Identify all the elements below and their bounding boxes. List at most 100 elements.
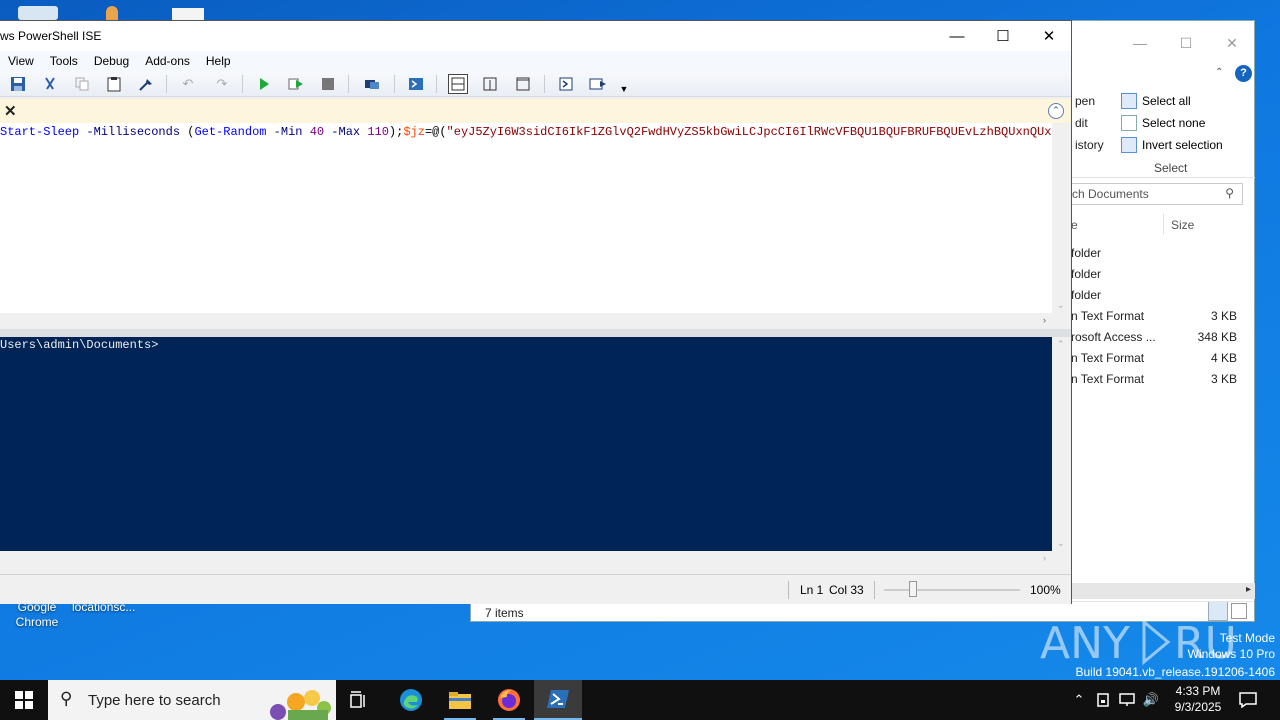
menu-tools[interactable]: Tools — [42, 54, 86, 68]
stop-icon[interactable] — [318, 74, 338, 94]
console-vertical-scrollbar[interactable]: ⌃ ⌄ — [1052, 337, 1071, 551]
script-horizontal-scrollbar[interactable]: › — [0, 313, 1052, 329]
file-row[interactable]: n Text Format 3 KB — [1069, 369, 1241, 390]
menu-debug[interactable]: Debug — [86, 54, 137, 68]
show-script-pane-maximized-icon[interactable] — [513, 74, 533, 94]
toolbar-separator — [166, 75, 167, 93]
pane-splitter[interactable] — [0, 329, 1071, 337]
user-folder-icon[interactable] — [106, 6, 118, 20]
ise-titlebar: ws PowerShell ISE — ☐ ✕ — [0, 21, 1071, 51]
device-tray-icon[interactable] — [1092, 680, 1114, 720]
script-vertical-scrollbar[interactable]: ⌄ — [1052, 123, 1071, 313]
file-row[interactable]: folder — [1069, 243, 1241, 264]
cut-icon[interactable] — [40, 74, 60, 94]
document-icon[interactable] — [172, 8, 204, 20]
save-icon[interactable] — [8, 74, 28, 94]
zoom-slider-track[interactable] — [884, 589, 1020, 591]
column-header-size[interactable]: Size — [1171, 218, 1194, 232]
network-icon[interactable] — [1116, 680, 1138, 720]
status-separator — [788, 581, 789, 599]
taskbar-clock[interactable]: 4:33 PM 9/3/2025 — [1163, 683, 1233, 715]
clock-date: 9/3/2025 — [1174, 700, 1222, 714]
copy-icon[interactable] — [72, 74, 92, 94]
file-row[interactable]: folder — [1069, 264, 1241, 285]
file-row[interactable]: folder — [1069, 285, 1241, 306]
window-title: ws PowerShell ISE — [0, 29, 102, 43]
desktop-icon-chrome[interactable]: Google Chrome — [0, 600, 77, 630]
task-view-button[interactable] — [336, 680, 384, 720]
explorer-search-input[interactable]: ch Documents ⚲ — [1061, 183, 1243, 205]
scroll-down-icon[interactable]: ⌄ — [1057, 300, 1065, 311]
menu-addons[interactable]: Add-ons — [137, 54, 198, 68]
paste-icon[interactable] — [104, 74, 124, 94]
taskbar-powershell-ise[interactable] — [534, 680, 582, 720]
show-script-pane-right-icon[interactable] — [480, 74, 500, 94]
collapse-script-pane-icon[interactable]: ⌃ — [1048, 103, 1064, 119]
toolbar-separator — [436, 75, 437, 93]
explorer-horizontal-scrollbar[interactable]: ▸ — [1071, 583, 1255, 599]
ribbon-history-partial[interactable]: istory — [1075, 138, 1104, 152]
explorer-maximize-button[interactable]: ☐ — [1163, 35, 1209, 55]
taskbar-search-box[interactable]: ⚲ Type here to search — [48, 680, 336, 720]
select-none-button[interactable]: Select none — [1121, 114, 1205, 132]
scroll-down-icon[interactable]: ⌄ — [1057, 538, 1065, 549]
file-row[interactable]: rosoft Access ... 348 KB — [1069, 327, 1241, 348]
help-icon[interactable]: ? — [1235, 65, 1252, 82]
console-prompt: Users\admin\Documents> — [0, 338, 159, 352]
windows-logo-icon — [15, 691, 33, 709]
powershell-ise-window[interactable]: ws PowerShell ISE — ☐ ✕ View Tools Debug… — [0, 20, 1072, 604]
close-tab-icon[interactable]: ✕ — [4, 102, 17, 120]
redo-icon[interactable]: ↷ — [212, 74, 232, 94]
console-horizontal-scrollbar[interactable]: › — [0, 551, 1052, 567]
run-script-icon[interactable] — [254, 74, 274, 94]
show-command-addon-icon[interactable] — [588, 74, 608, 94]
menu-help[interactable]: Help — [198, 54, 239, 68]
column-divider[interactable] — [1163, 213, 1164, 235]
scroll-right-icon[interactable]: › — [1043, 553, 1046, 563]
show-command-window-icon[interactable] — [556, 74, 576, 94]
taskbar-edge[interactable] — [387, 680, 435, 720]
toolbar-separator — [242, 75, 243, 93]
ribbon-divider — [1071, 177, 1255, 178]
show-hidden-icons-button[interactable]: ⌃ — [1068, 680, 1090, 720]
explorer-close-button[interactable]: ✕ — [1209, 35, 1255, 55]
maximize-button[interactable]: ☐ — [980, 21, 1026, 51]
scroll-right-icon[interactable]: ▸ — [1246, 584, 1251, 595]
console-pane[interactable]: Users\admin\Documents> — [0, 337, 1052, 551]
start-powershell-icon[interactable] — [406, 74, 426, 94]
close-button[interactable]: ✕ — [1026, 21, 1072, 51]
ribbon-edit-partial[interactable]: dit — [1075, 116, 1088, 130]
zoom-level: 100% — [1030, 583, 1061, 597]
action-center-button[interactable] — [1234, 680, 1262, 720]
show-script-pane-top-icon[interactable] — [448, 74, 468, 94]
taskbar-firefox[interactable] — [485, 680, 533, 720]
select-all-button[interactable]: Select all — [1121, 92, 1191, 110]
toolbar-overflow-icon[interactable]: ▼ — [614, 79, 634, 99]
invert-selection-button[interactable]: Invert selection — [1121, 136, 1223, 154]
zoom-slider-thumb[interactable] — [909, 581, 917, 597]
volume-icon[interactable]: 🔊 — [1140, 680, 1162, 720]
start-button[interactable] — [0, 680, 48, 720]
file-row[interactable]: n Text Format 4 KB — [1069, 348, 1241, 369]
scroll-up-icon[interactable]: ⌃ — [1057, 339, 1065, 350]
task-view-icon — [350, 691, 365, 708]
script-editor[interactable]: Start-Sleep -Milliseconds (Get-Random -M… — [0, 123, 1052, 313]
clear-console-icon[interactable] — [136, 74, 156, 94]
column-header-name[interactable]: e — [1071, 218, 1078, 232]
ribbon-collapse-icon[interactable]: ⌃ — [1215, 67, 1223, 78]
menu-view[interactable]: View — [0, 54, 42, 68]
code-line-1: Start-Sleep -Milliseconds (Get-Random -M… — [0, 125, 1052, 139]
undo-icon[interactable]: ↶ — [178, 74, 198, 94]
ribbon-open-partial[interactable]: pen — [1075, 94, 1095, 108]
minimize-button[interactable]: — — [934, 21, 980, 51]
ribbon-group-label: Select — [1154, 161, 1188, 175]
file-row[interactable]: n Text Format 3 KB — [1069, 306, 1241, 327]
recycle-bin-icon[interactable] — [18, 6, 58, 20]
taskbar-file-explorer[interactable] — [436, 680, 484, 720]
clock-time: 4:33 PM — [1175, 684, 1221, 698]
run-selection-icon[interactable] — [286, 74, 306, 94]
scroll-right-icon[interactable]: › — [1043, 315, 1046, 325]
invert-selection-icon — [1121, 137, 1137, 153]
remote-powershell-icon[interactable] — [362, 74, 382, 94]
explorer-minimize-button[interactable]: — — [1117, 35, 1163, 55]
